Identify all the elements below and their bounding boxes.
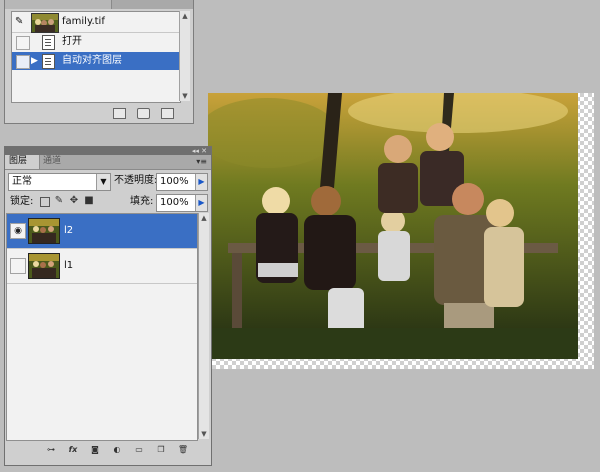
history-item-auto-align[interactable]: ▶ 自动对齐图层 [12, 52, 180, 70]
history-panel-tabbar [5, 0, 193, 9]
opacity-slider-arrow-icon[interactable]: ▶ [195, 174, 207, 190]
history-source-checkbox[interactable] [16, 36, 30, 50]
tab-hidden-1[interactable] [5, 0, 56, 9]
current-state-slider-icon[interactable]: ▶ [31, 56, 39, 66]
fill-value: 100% [160, 197, 189, 208]
tab-history[interactable] [55, 0, 112, 9]
lock-move-icon[interactable]: ✥ [69, 196, 79, 206]
layers-panel-tabbar: 图层 通道 ▾≡ [5, 155, 211, 170]
history-source-checkbox[interactable] [16, 55, 30, 69]
layer-thumbnail [28, 253, 60, 279]
brush-icon: ✎ [15, 16, 24, 27]
layer-style-icon[interactable]: fx [67, 445, 79, 455]
lock-paint-icon[interactable]: ✎ [54, 196, 64, 206]
layers-scrollbar[interactable]: ▲ ▼ [198, 213, 209, 439]
link-layers-icon[interactable]: ⊶ [45, 445, 57, 455]
opacity-field[interactable]: 100% ▶ [156, 173, 208, 191]
scroll-down-arrow-icon[interactable]: ▼ [181, 92, 189, 100]
layer-visibility-toggle[interactable]: ◉ [10, 223, 26, 239]
history-item-label: 自动对齐图层 [62, 55, 122, 66]
snapshot-document-name: family.tif [62, 16, 105, 27]
new-layer-icon[interactable]: ❐ [155, 445, 167, 455]
history-list: ✎ family.tif 打开 ▶ 自动对齐图层 [11, 11, 181, 103]
fill-label: 填充: [130, 196, 154, 207]
family-photo [208, 93, 578, 359]
scroll-up-arrow-icon[interactable]: ▲ [181, 12, 189, 20]
history-item-label: 打开 [62, 36, 82, 47]
lock-all-icon[interactable]: ■ [84, 196, 94, 206]
layer-name[interactable]: l1 [64, 249, 73, 282]
layer-row-l2[interactable]: ◉ l2 [7, 214, 197, 249]
layers-panel-titlebar[interactable]: ◂◂ ✕ [5, 147, 211, 155]
history-item-open[interactable]: 打开 [12, 33, 180, 51]
layer-mask-icon[interactable]: ◙ [89, 445, 101, 455]
layer-thumbnail [28, 218, 60, 244]
new-group-icon[interactable]: ▭ [133, 445, 145, 455]
layers-panel: ◂◂ ✕ 图层 通道 ▾≡ 正常 ▼ 不透明度: 100% ▶ 锁定: ✎ ✥ … [4, 146, 212, 466]
lock-label: 锁定: [10, 196, 34, 207]
fill-field[interactable]: 100% ▶ [156, 194, 208, 212]
layer-row-l1[interactable]: l1 [7, 249, 197, 284]
chevron-down-icon: ▼ [96, 174, 110, 190]
layers-list: ◉ l2 l1 [6, 213, 198, 441]
opacity-label: 不透明度: [114, 175, 158, 186]
document-icon [42, 54, 55, 69]
history-scrollbar[interactable]: ▲ ▼ [179, 11, 190, 101]
tab-channels[interactable]: 通道 [39, 155, 73, 169]
opacity-value: 100% [160, 176, 189, 187]
history-panel: ✎ family.tif 打开 ▶ 自动对齐图层 ▲ ▼ [4, 0, 194, 124]
fill-slider-arrow-icon[interactable]: ▶ [195, 195, 207, 211]
document-icon [42, 35, 55, 50]
history-snapshot-row[interactable]: ✎ family.tif [12, 12, 180, 33]
collapse-panel-icon[interactable]: ◂◂ ✕ [192, 147, 207, 155]
blend-mode-dropdown[interactable]: 正常 ▼ [8, 173, 111, 191]
scroll-down-arrow-icon[interactable]: ▼ [200, 430, 208, 438]
document-canvas[interactable] [208, 93, 594, 369]
delete-layer-icon[interactable]: 🗑 [177, 445, 189, 455]
eye-icon: ◉ [14, 226, 22, 236]
lock-transparency-icon[interactable] [40, 197, 50, 207]
blend-mode-value: 正常 [12, 176, 32, 187]
layer-visibility-toggle[interactable] [10, 258, 26, 274]
scroll-up-arrow-icon[interactable]: ▲ [200, 214, 208, 222]
adjustment-layer-icon[interactable]: ◐ [111, 445, 123, 455]
snapshot-thumbnail [31, 13, 59, 33]
tab-layers[interactable]: 图层 [5, 155, 40, 169]
layer-name[interactable]: l2 [64, 214, 73, 247]
new-document-from-state-icon[interactable] [113, 108, 126, 119]
panel-menu-icon[interactable]: ▾≡ [196, 157, 207, 167]
trash-icon[interactable] [161, 108, 174, 119]
camera-snapshot-icon[interactable] [137, 108, 150, 119]
